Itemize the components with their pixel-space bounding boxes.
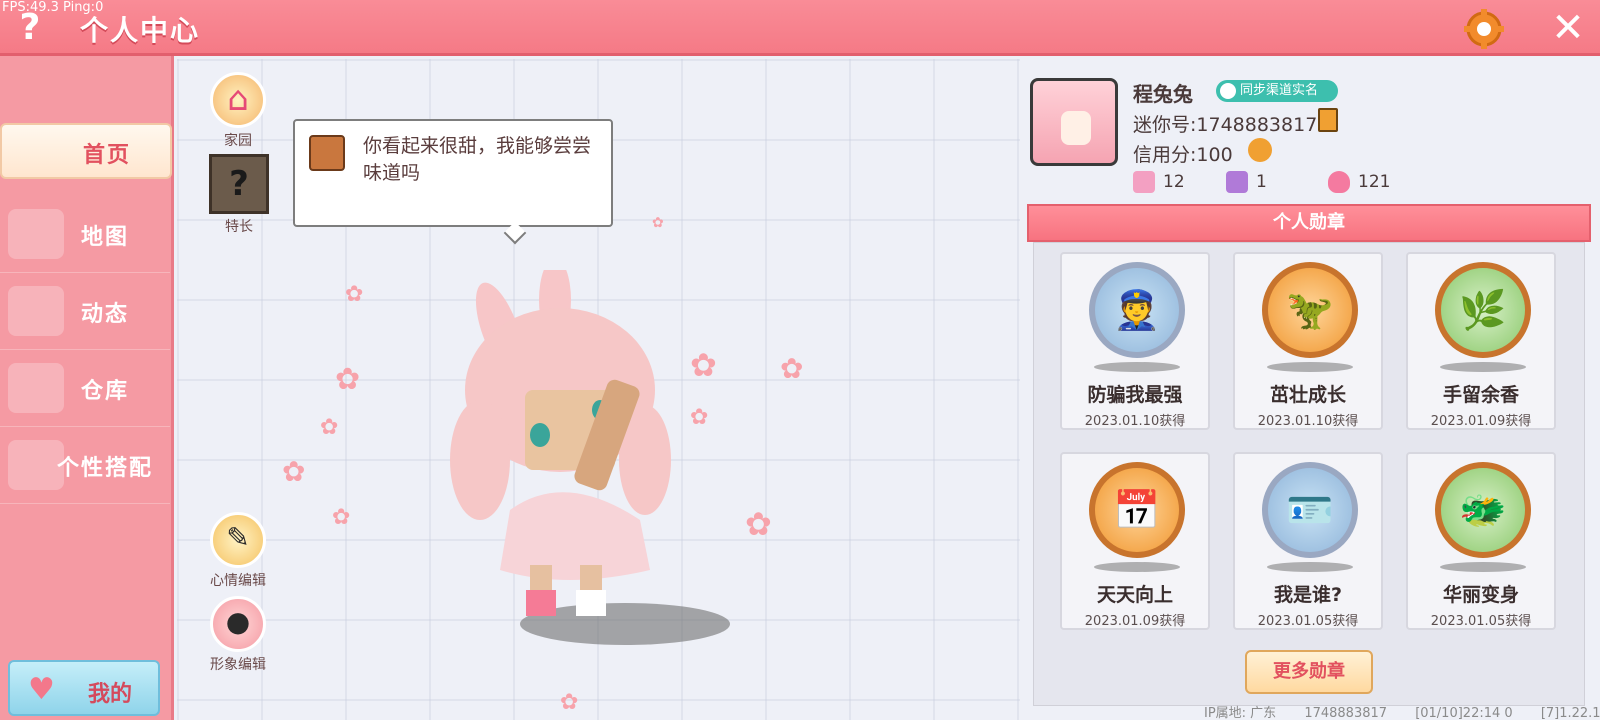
sidebar-item-home[interactable]: 首页: [0, 123, 172, 179]
medal-plinth: [1094, 562, 1180, 572]
blossom-decoration: ✿: [690, 405, 709, 430]
medal-section-title: 个人勋章: [1027, 204, 1591, 242]
more-medals-button[interactable]: 更多勋章: [1245, 650, 1373, 694]
medal-name: 茁壮成长: [1269, 384, 1346, 406]
blossom-decoration: ✿: [320, 415, 339, 440]
medal-date: 2023.01.05获得: [1257, 614, 1359, 629]
medal-plinth: [1094, 362, 1180, 372]
medal-name: 防骗我最强: [1087, 384, 1183, 406]
stat-bookmarks: 12: [1133, 170, 1185, 194]
medal-date: 2023.01.09获得: [1084, 614, 1186, 629]
blossom-decoration: ✿: [332, 505, 351, 530]
stat-popularity: 121: [1328, 170, 1390, 194]
page-title: 个人中心: [80, 14, 201, 47]
copy-icon[interactable]: [1318, 108, 1338, 132]
stat-cheers: 1: [1226, 170, 1267, 194]
avatar[interactable]: [1030, 78, 1118, 166]
police-icon: 👮: [1089, 262, 1185, 358]
dino-costume-icon: 🐲: [1435, 462, 1531, 558]
heart-icon: ♥: [28, 672, 55, 707]
stat-value: 121: [1358, 172, 1391, 192]
medal-name: 华丽变身: [1442, 584, 1519, 606]
close-icon[interactable]: ✕: [1548, 8, 1588, 48]
medal-plinth: [1267, 362, 1353, 372]
calendar-check-icon: 📅: [1089, 462, 1185, 558]
pencil-icon: [210, 512, 266, 568]
me-button-label: 我的: [88, 682, 133, 707]
fps-readout: FPS:49.3 Ping:0: [2, 0, 104, 15]
top-bar: ? 个人中心 ✕: [0, 0, 1600, 56]
home-button[interactable]: 家园: [208, 72, 268, 150]
dino-leaf-icon: 🌿: [1435, 262, 1531, 358]
footer-version: [7]1.22.1: [1540, 706, 1600, 720]
cheer-icon: [1226, 171, 1248, 193]
medal-card[interactable]: 📅 天天向上 2023.01.09获得: [1060, 452, 1210, 630]
footer-uid: 1748883817: [1304, 706, 1388, 720]
blossom-decoration: ✿: [345, 282, 364, 307]
outfit-icon: [210, 596, 266, 652]
stat-value: 12: [1163, 172, 1185, 192]
blossom-decoration: ✿: [335, 362, 361, 397]
blossom-decoration: ✿: [780, 352, 804, 385]
ip-location: IP属地: 广东: [1204, 706, 1277, 720]
id-card-icon: 🪪: [1262, 462, 1358, 558]
blossom-decoration: ✿: [690, 346, 717, 384]
medal-date: 2023.01.10获得: [1084, 414, 1186, 429]
speech-bubble: 你看起来很甜，我能够尝尝味道吗: [293, 119, 613, 227]
house-icon: [210, 72, 266, 128]
blossom-decoration: ✿: [282, 455, 306, 488]
medal-date: 2023.01.09获得: [1430, 414, 1532, 429]
block-face-icon: [309, 135, 345, 171]
sidebar-item-outfit[interactable]: 个性搭配: [0, 428, 170, 504]
bookmark-plus-icon: [1133, 171, 1155, 193]
medal-date: 2023.01.05获得: [1430, 614, 1532, 629]
medal-name: 天天向上: [1096, 584, 1173, 606]
skill-label: 特长: [225, 219, 253, 235]
speech-text: 你看起来很甜，我能够尝尝味道吗: [363, 135, 592, 184]
look-edit-button[interactable]: 形象编辑: [206, 596, 270, 674]
mini-id: 迷你号:1748883817: [1133, 114, 1318, 136]
blossom-decoration: ✿: [560, 690, 579, 715]
medal-date: 2023.01.10获得: [1257, 414, 1359, 429]
gear-icon[interactable]: [1462, 7, 1506, 51]
credit-score: 信用分:100: [1133, 144, 1233, 166]
blossom-decoration: ✿: [652, 215, 664, 231]
home-label: 家园: [224, 133, 252, 149]
sync-realname-badge[interactable]: 同步渠道实名: [1216, 80, 1338, 102]
mood-edit-button[interactable]: 心情编辑: [206, 512, 270, 590]
sidebar-item-warehouse[interactable]: 仓库: [0, 351, 170, 427]
medal-name: 手留余香: [1442, 384, 1519, 406]
medal-plinth: [1267, 562, 1353, 572]
medal-card[interactable]: 🐲 华丽变身 2023.01.05获得: [1406, 452, 1556, 630]
player-avatar-figure: [450, 270, 671, 616]
stat-value: 1: [1256, 172, 1267, 192]
medal-card[interactable]: 🌿 手留余香 2023.01.09获得: [1406, 252, 1556, 430]
medal-card[interactable]: 🪪 我是谁? 2023.01.05获得: [1233, 452, 1383, 630]
mystery-block-icon: ?: [209, 154, 269, 214]
flame-icon: [1328, 171, 1350, 193]
footer-info: IP属地: 广东 1748883817 [01/10]22:14 0 [7]1.…: [1204, 702, 1600, 720]
credit-icon[interactable]: [1248, 138, 1272, 162]
medal-plinth: [1440, 562, 1526, 572]
medal-plinth: [1440, 362, 1526, 372]
medal-card[interactable]: 🦖 茁壮成长 2023.01.10获得: [1233, 252, 1383, 430]
medal-card[interactable]: 👮 防骗我最强 2023.01.10获得: [1060, 252, 1210, 430]
medal-name: 我是谁?: [1273, 584, 1343, 606]
dino-crown-icon: 🦖: [1262, 262, 1358, 358]
avatar-face: [1061, 111, 1091, 145]
skill-button[interactable]: ? 特长: [208, 154, 270, 236]
look-edit-label: 形象编辑: [210, 657, 266, 673]
player-name: 程兔兔: [1133, 82, 1193, 106]
me-button[interactable]: ♥ 我的: [8, 660, 160, 716]
footer-time: [01/10]22:14 0: [1415, 706, 1513, 720]
sidebar-item-map[interactable]: 地图: [0, 197, 170, 273]
mood-edit-label: 心情编辑: [210, 573, 266, 589]
sidebar-item-activity[interactable]: 动态: [0, 274, 170, 350]
blossom-decoration: ✿: [745, 505, 772, 543]
